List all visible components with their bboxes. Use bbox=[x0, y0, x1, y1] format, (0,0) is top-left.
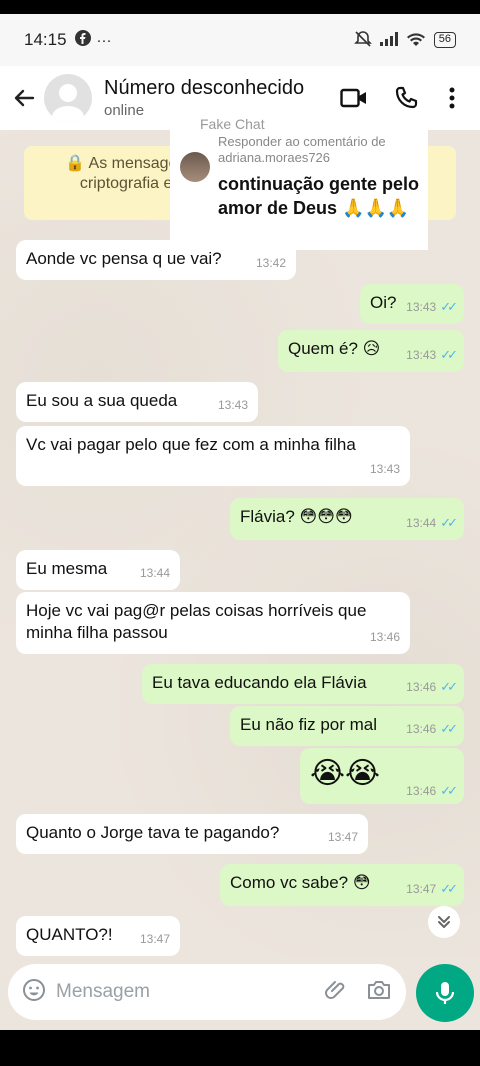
camera-button[interactable] bbox=[366, 978, 392, 1007]
message-bubble[interactable]: Eu sou a sua queda 13:43 bbox=[16, 382, 258, 422]
paperclip-icon bbox=[325, 980, 345, 999]
mute-alarm-icon bbox=[353, 30, 372, 51]
message-time: 13:43 bbox=[217, 398, 248, 412]
message-bubble[interactable]: QUANTO?! 13:47 bbox=[16, 916, 180, 956]
phone-icon bbox=[395, 86, 418, 109]
message-time: 13:46 bbox=[406, 722, 437, 736]
message-bubble[interactable]: Quanto o Jorge tava te pagando? 13:47 bbox=[16, 814, 368, 854]
read-ticks-icon: ✓✓ bbox=[440, 347, 458, 362]
read-ticks-icon: ✓✓ bbox=[440, 679, 458, 694]
arrow-left-icon bbox=[14, 89, 35, 107]
emoji-icon bbox=[23, 978, 45, 1001]
message-bubble[interactable]: Aonde vc pensa q ue vai? 13:42 bbox=[16, 240, 296, 280]
read-ticks-icon: ✓✓ bbox=[440, 783, 458, 798]
message-bubble[interactable]: Eu mesma 13:44 bbox=[16, 550, 180, 590]
wifi-icon bbox=[406, 32, 426, 49]
emoji-button[interactable] bbox=[22, 978, 46, 1007]
microphone-icon bbox=[435, 982, 455, 1004]
message-time: 13:46 bbox=[406, 784, 437, 798]
contact-avatar[interactable] bbox=[44, 74, 92, 122]
system-navigation-bar bbox=[0, 1030, 480, 1066]
message-time: 13:43 bbox=[406, 300, 437, 314]
message-time: 13:44 bbox=[406, 516, 437, 530]
message-time: 13:46 bbox=[369, 630, 400, 644]
read-ticks-icon: ✓✓ bbox=[440, 515, 458, 530]
lock-icon: 🔒 bbox=[65, 155, 85, 172]
read-ticks-icon: ✓✓ bbox=[440, 881, 458, 896]
commenter-avatar bbox=[180, 152, 210, 182]
facebook-icon bbox=[74, 30, 91, 50]
message-input[interactable]: Mensagem bbox=[56, 981, 324, 1003]
message-time: 13:43 bbox=[406, 348, 437, 362]
battery-indicator: 56 bbox=[433, 32, 456, 48]
message-bubble[interactable]: Vc vai pagar pelo que fez com a minha fi… bbox=[16, 426, 410, 486]
chat-area[interactable]: 🔒 As mensagens e ligações são protegidas… bbox=[0, 116, 480, 958]
contact-name: Número desconhecido bbox=[104, 77, 305, 99]
voice-call-button[interactable] bbox=[380, 78, 432, 118]
comment-reply-card: Responder ao comentário de adriana.morae… bbox=[170, 130, 428, 250]
read-ticks-icon: ✓✓ bbox=[440, 721, 458, 736]
more-vertical-icon bbox=[449, 87, 455, 109]
double-chevron-down-icon bbox=[438, 916, 450, 928]
signal-icon bbox=[379, 31, 398, 49]
voice-record-button[interactable] bbox=[416, 964, 474, 1022]
reply-label: Responder ao comentário de adriana.morae… bbox=[218, 134, 386, 165]
message-bubble[interactable]: Eu tava educando ela Flávia 13:46 ✓✓ bbox=[142, 664, 464, 704]
video-call-button[interactable] bbox=[328, 78, 380, 118]
more-options-button[interactable] bbox=[432, 78, 472, 118]
message-bubble[interactable]: 😭😭 13:46 ✓✓ bbox=[300, 748, 464, 804]
status-time: 14:15 bbox=[24, 30, 67, 49]
message-bubble[interactable]: Oi? 13:43 ✓✓ bbox=[360, 284, 464, 324]
composer-bar: Mensagem bbox=[0, 958, 480, 1030]
scroll-to-bottom-button[interactable] bbox=[428, 906, 460, 938]
attach-button[interactable] bbox=[324, 978, 348, 1007]
message-time: 13:46 bbox=[406, 680, 437, 694]
message-bubble[interactable]: Hoje vc vai pag@r pelas coisas horríveis… bbox=[16, 592, 410, 654]
message-time: 13:47 bbox=[327, 830, 358, 844]
message-input-container: Mensagem bbox=[8, 964, 406, 1020]
contact-info[interactable]: Número desconhecido online bbox=[104, 77, 328, 119]
more-notifications-icon: ··· bbox=[96, 31, 112, 49]
message-time: 13:43 bbox=[369, 462, 400, 476]
message-time: 13:44 bbox=[139, 566, 170, 580]
status-bar: 14:15 ··· 56 bbox=[0, 14, 480, 66]
camera-icon bbox=[368, 980, 390, 999]
message-time: 13:47 bbox=[406, 882, 437, 896]
message-time: 13:47 bbox=[139, 932, 170, 946]
read-ticks-icon: ✓✓ bbox=[440, 299, 458, 314]
message-time: 13:42 bbox=[255, 256, 286, 270]
video-camera-icon bbox=[340, 88, 366, 108]
message-bubble[interactable]: Flávia? 😳😳😳 13:44 ✓✓ bbox=[230, 498, 464, 540]
message-bubble[interactable]: Quem é? 😥 13:43 ✓✓ bbox=[278, 330, 464, 372]
back-button[interactable] bbox=[8, 78, 40, 118]
message-bubble[interactable]: Eu não fiz por mal 13:46 ✓✓ bbox=[230, 706, 464, 746]
comment-text: continuação gente pelo amor de Deus 🙏🙏🙏 bbox=[218, 174, 420, 218]
message-bubble[interactable]: Como vc sabe? 😳 13:47 ✓✓ bbox=[220, 864, 464, 906]
